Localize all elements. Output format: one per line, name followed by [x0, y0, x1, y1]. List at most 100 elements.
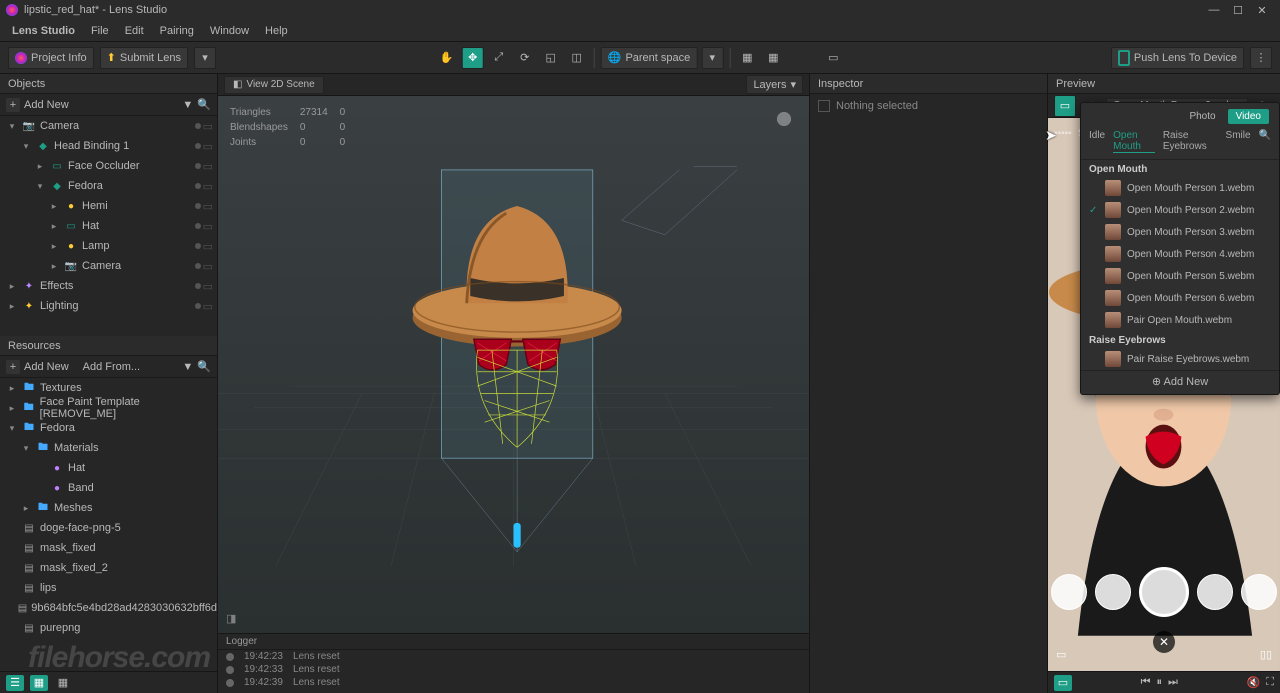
cards-icon[interactable]: ▯▯: [1260, 648, 1272, 661]
tree-item[interactable]: ▸📷Camera▭: [0, 256, 217, 276]
close-button[interactable]: ✕: [1250, 2, 1274, 18]
tree-item[interactable]: ▤9b684bfc5e4bd28ad4283030632bff6d: [0, 598, 217, 618]
tag-idle[interactable]: Idle: [1089, 130, 1105, 153]
add-from-button[interactable]: Add From...: [83, 361, 140, 373]
carousel-item[interactable]: [1051, 574, 1087, 610]
rotate-tool-icon[interactable]: ⟳: [514, 47, 536, 69]
search-icon[interactable]: 🔍: [197, 98, 211, 111]
res-filter-icon[interactable]: ▼: [182, 361, 193, 373]
tree-item[interactable]: ▸✦Lighting▭: [0, 296, 217, 316]
preview-source-item[interactable]: Pair Raise Eyebrows.webm: [1081, 348, 1279, 370]
layers-dropdown[interactable]: Layers ▾: [746, 75, 803, 94]
snap-a-icon[interactable]: ▦: [736, 47, 758, 69]
submit-dropdown[interactable]: ▾: [194, 47, 216, 69]
tree-label: Fedora: [68, 180, 103, 192]
coord-dropdown-arrow[interactable]: ▾: [701, 47, 723, 69]
tree-item[interactable]: ▤lips: [0, 578, 217, 598]
menu-file[interactable]: File: [83, 22, 117, 40]
tree-item[interactable]: ▾◆Fedora▭: [0, 176, 217, 196]
move-tool-icon[interactable]: ✥: [462, 47, 484, 69]
tree-item[interactable]: ▾🖿Materials: [0, 438, 217, 458]
tree-item[interactable]: ▤doge-face-png-5: [0, 518, 217, 538]
carousel-item[interactable]: [1095, 574, 1131, 610]
grid-mode-button-b[interactable]: ▦: [54, 675, 72, 691]
next-frame-button[interactable]: ⏭: [1168, 676, 1178, 689]
tree-item[interactable]: ▸✦Effects▭: [0, 276, 217, 296]
submit-lens-button[interactable]: ⬆ Submit Lens: [100, 47, 188, 69]
tree-item[interactable]: ▤mask_fixed_2: [0, 558, 217, 578]
add-object-label[interactable]: Add New: [24, 99, 69, 111]
tree-item[interactable]: ●Hat: [0, 458, 217, 478]
maximize-button[interactable]: ☐: [1226, 2, 1250, 18]
scene-tab[interactable]: ◧ View 2D Scene: [224, 76, 324, 94]
crop-tool-icon[interactable]: ◫: [566, 47, 588, 69]
viewport-corner-icon[interactable]: ◨: [226, 612, 236, 625]
project-info-button[interactable]: Project Info: [8, 47, 94, 69]
add-resource-label[interactable]: Add New: [24, 361, 69, 373]
video-tab[interactable]: Video: [1228, 109, 1269, 124]
device-icon[interactable]: ▭: [822, 47, 844, 69]
preview-source-item[interactable]: Open Mouth Person 1.webm: [1081, 177, 1279, 199]
fullscreen-button[interactable]: ⛶: [1266, 676, 1274, 689]
add-object-button[interactable]: +: [6, 98, 20, 112]
preview-source-item[interactable]: Open Mouth Person 3.webm: [1081, 221, 1279, 243]
tree-item[interactable]: ▸●Hemi▭: [0, 196, 217, 216]
tag-open-mouth[interactable]: Open Mouth: [1113, 130, 1155, 153]
preview-device-toggle[interactable]: ▭: [1054, 675, 1072, 691]
chat-icon[interactable]: ▭: [1056, 648, 1066, 661]
tag-raise-eyebrows[interactable]: Raise Eyebrows: [1163, 130, 1218, 153]
preview-source-item[interactable]: Open Mouth Person 5.webm: [1081, 265, 1279, 287]
tag-search-icon[interactable]: 🔍: [1259, 130, 1271, 153]
menu-help[interactable]: Help: [257, 22, 296, 40]
res-search-icon[interactable]: 🔍: [197, 360, 211, 373]
tree-item[interactable]: ▾📷Camera▭: [0, 116, 217, 136]
preview-source-item[interactable]: Pair Open Mouth.webm: [1081, 309, 1279, 331]
tree-item[interactable]: ▤purepng: [0, 618, 217, 638]
tree-item[interactable]: ▸▭Hat▭: [0, 216, 217, 236]
push-lens-menu[interactable]: ⋮: [1250, 47, 1272, 69]
pause-button[interactable]: ⏸: [1157, 676, 1163, 689]
pan-tool-icon[interactable]: ✋: [436, 47, 458, 69]
popup-section-raise-eyebrows: Raise Eyebrows: [1081, 331, 1279, 348]
tree-item[interactable]: ▤mask_fixed: [0, 538, 217, 558]
tag-smile[interactable]: Smile: [1226, 130, 1251, 153]
photo-tab[interactable]: Photo: [1181, 109, 1223, 124]
tree-label: Camera: [82, 260, 121, 272]
mute-button[interactable]: 🔇: [1247, 676, 1261, 689]
popup-add-new[interactable]: ⊕ Add New: [1081, 370, 1279, 394]
coord-space-dropdown[interactable]: 🌐 Parent space: [601, 47, 698, 69]
filter-icon[interactable]: ▼: [182, 99, 193, 111]
tree-item[interactable]: ▸▭Face Occluder▭: [0, 156, 217, 176]
carousel-item-current[interactable]: [1139, 567, 1189, 617]
push-lens-button[interactable]: Push Lens To Device: [1111, 47, 1244, 69]
grid-mode-button-a[interactable]: ▦: [30, 675, 48, 691]
menu-edit[interactable]: Edit: [117, 22, 152, 40]
carousel-item[interactable]: [1241, 574, 1277, 610]
tree-item[interactable]: ▾🖿Fedora: [0, 418, 217, 438]
scale-tool-icon[interactable]: ⤢: [488, 47, 510, 69]
lens-carousel[interactable]: [1048, 567, 1280, 617]
menu-pairing[interactable]: Pairing: [152, 22, 202, 40]
preview-source-item[interactable]: Open Mouth Person 4.webm: [1081, 243, 1279, 265]
prev-frame-button[interactable]: ⏮: [1141, 676, 1151, 689]
menu-window[interactable]: Window: [202, 22, 257, 40]
tree-item[interactable]: ▸🖿Face Paint Template [REMOVE_ME]: [0, 398, 217, 418]
tree-item[interactable]: ▸●Lamp▭: [0, 236, 217, 256]
minimize-button[interactable]: —: [1202, 2, 1226, 18]
add-resource-button[interactable]: +: [6, 360, 20, 374]
preview-source-item[interactable]: Open Mouth Person 6.webm: [1081, 287, 1279, 309]
list-mode-button[interactable]: ☰: [6, 675, 24, 691]
close-preview-button[interactable]: ✕: [1153, 631, 1175, 653]
carousel-item[interactable]: [1197, 574, 1233, 610]
rect-tool-icon[interactable]: ◱: [540, 47, 562, 69]
preview-mode-button[interactable]: ▭: [1054, 95, 1076, 117]
tree-item[interactable]: ▾◆Head Binding 1▭: [0, 136, 217, 156]
grid-icon: ▤: [22, 621, 36, 635]
tree-item[interactable]: ●Band: [0, 478, 217, 498]
tree-item[interactable]: ▸🖿Meshes: [0, 498, 217, 518]
snap-b-icon[interactable]: ▦: [762, 47, 784, 69]
preview-source-item[interactable]: ✓Open Mouth Person 2.webm: [1081, 199, 1279, 221]
tree-item[interactable]: ▸🖿Textures: [0, 378, 217, 398]
viewport[interactable]: Triangles273140 Blendshapes00 Joints00: [218, 96, 809, 633]
img-icon: ▭: [64, 219, 78, 233]
